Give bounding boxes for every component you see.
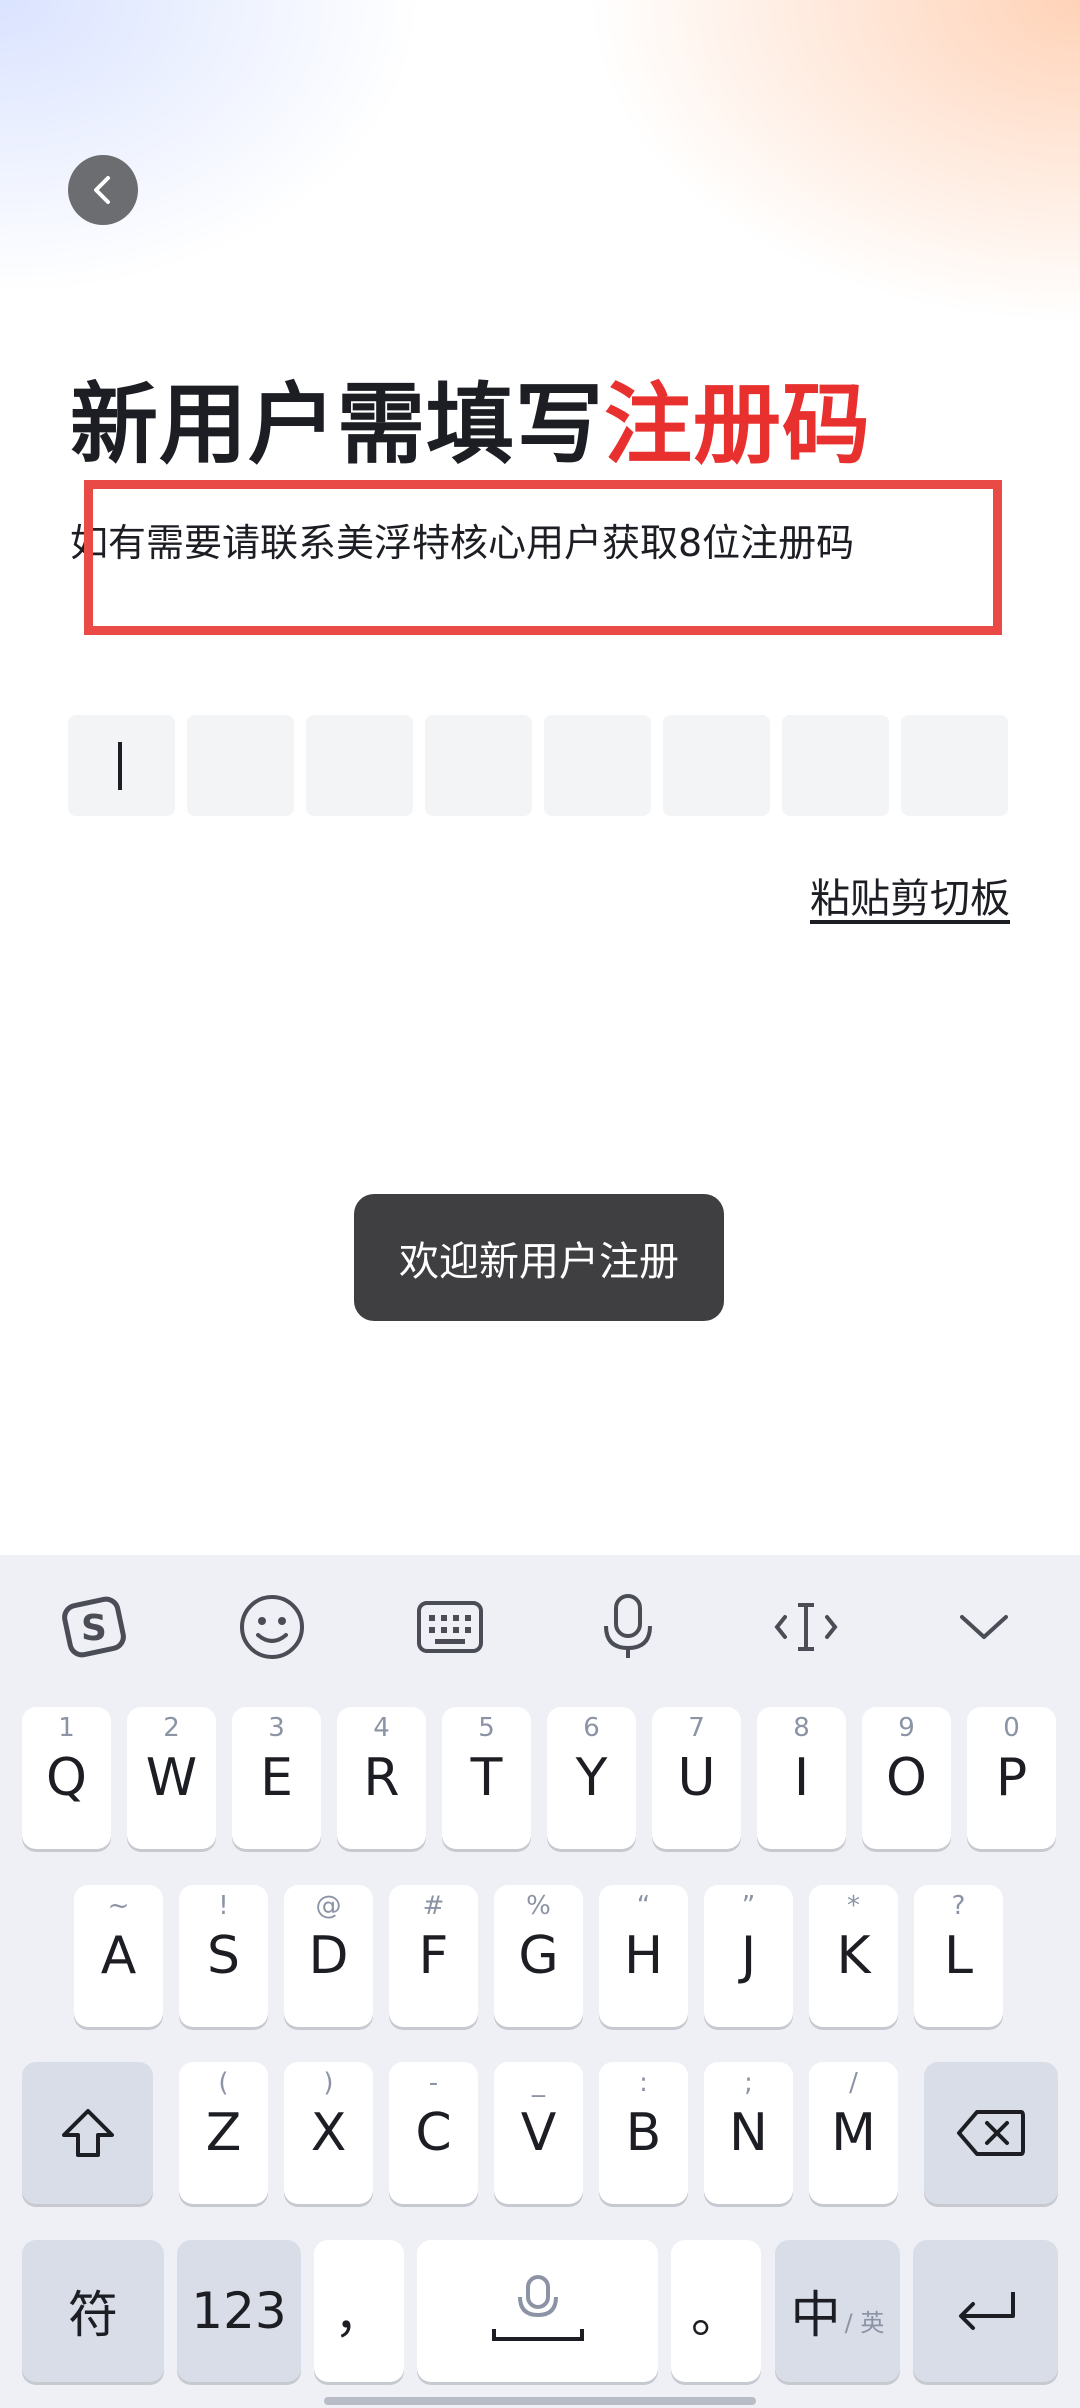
code-digit-cell[interactable] [901, 715, 1008, 816]
key-v[interactable]: _ V [494, 2062, 583, 2204]
key-a[interactable]: ~ A [74, 1885, 163, 2027]
annotation-highlight-box [84, 480, 1002, 635]
language-switch-key[interactable]: 中 / 英 [775, 2240, 900, 2382]
key-g[interactable]: % G [494, 1885, 583, 2027]
key-j[interactable]: ” J [704, 1885, 793, 2027]
key-e[interactable]: 3E [232, 1707, 321, 1849]
soft-keyboard: S 1 Q 2 W 3 E 4 R 5 T 6 Y 7 U 8 I 9 O 0 … [0, 1555, 1080, 2408]
page-title: 新用户需填写注册码 [70, 370, 871, 480]
chevron-down-icon[interactable] [944, 1587, 1024, 1667]
emoji-icon[interactable] [232, 1587, 312, 1667]
key-k[interactable]: * K [809, 1885, 898, 2027]
page-title-accent: 注册码 [604, 373, 872, 476]
backspace-icon [957, 2110, 1025, 2156]
key-u[interactable]: 7U [652, 1707, 741, 1849]
key-p[interactable]: 0P [967, 1707, 1056, 1849]
space-key[interactable] [417, 2240, 658, 2382]
voice-space-icon [491, 2275, 584, 2341]
key-n[interactable]: ; N [704, 2062, 793, 2204]
svg-text:S: S [81, 1608, 107, 1649]
text-caret [118, 742, 122, 790]
key-x[interactable]: ) X [284, 2062, 373, 2204]
home-indicator[interactable] [324, 2397, 756, 2405]
key-q[interactable]: 1Q [22, 1707, 111, 1849]
symbols-key[interactable]: 符 [22, 2240, 164, 2382]
key-c[interactable]: -C [389, 2062, 478, 2204]
paste-clipboard-link[interactable]: 粘贴剪切板 [810, 866, 1010, 924]
code-digit-cell[interactable] [425, 715, 532, 816]
shift-key[interactable] [22, 2062, 153, 2204]
period-key[interactable]: 。 [671, 2240, 761, 2382]
keyboard-icon[interactable] [410, 1587, 490, 1667]
code-digit-cell[interactable] [663, 715, 770, 816]
key-d[interactable]: @ D [284, 1885, 373, 2027]
enter-key[interactable] [913, 2240, 1058, 2382]
keyboard-toolbar: S [0, 1555, 1080, 1695]
microphone-icon[interactable] [588, 1587, 668, 1667]
key-y[interactable]: 6Y [547, 1707, 636, 1849]
key-r[interactable]: 4R [337, 1707, 426, 1849]
key-f[interactable]: # F [389, 1885, 478, 2027]
key-z[interactable]: (Z [179, 2062, 268, 2204]
key-w[interactable]: 2W [127, 1707, 216, 1849]
key-i[interactable]: 8I [757, 1707, 846, 1849]
code-digit-cell[interactable] [187, 715, 294, 816]
chevron-left-icon [94, 176, 110, 204]
back-button[interactable] [68, 155, 138, 225]
enter-icon [958, 2292, 1015, 2330]
key-o[interactable]: 9O [862, 1707, 951, 1849]
cursor-icon[interactable] [766, 1587, 846, 1667]
key-s[interactable]: ! S [179, 1885, 268, 2027]
key-t[interactable]: 5T [442, 1707, 531, 1849]
numbers-key[interactable]: 123 [177, 2240, 301, 2382]
comma-key[interactable]: ， [314, 2240, 404, 2382]
page-title-main: 新用户需填写 [70, 373, 605, 476]
code-digit-cell[interactable] [306, 715, 413, 816]
key-m[interactable]: / M [809, 2062, 898, 2204]
registration-code-input[interactable] [68, 715, 1008, 816]
backspace-key[interactable] [924, 2062, 1058, 2204]
key-l[interactable]: ? L [914, 1885, 1003, 2027]
code-digit-cell[interactable] [68, 715, 175, 816]
shift-icon [61, 2109, 114, 2157]
key-h[interactable]: “H [599, 1885, 688, 2027]
code-digit-cell[interactable] [782, 715, 889, 816]
sogou-logo-icon[interactable]: S [54, 1587, 134, 1667]
key-b[interactable]: :B [599, 2062, 688, 2204]
toast-message: 欢迎新用户注册 [354, 1194, 724, 1321]
code-digit-cell[interactable] [544, 715, 651, 816]
